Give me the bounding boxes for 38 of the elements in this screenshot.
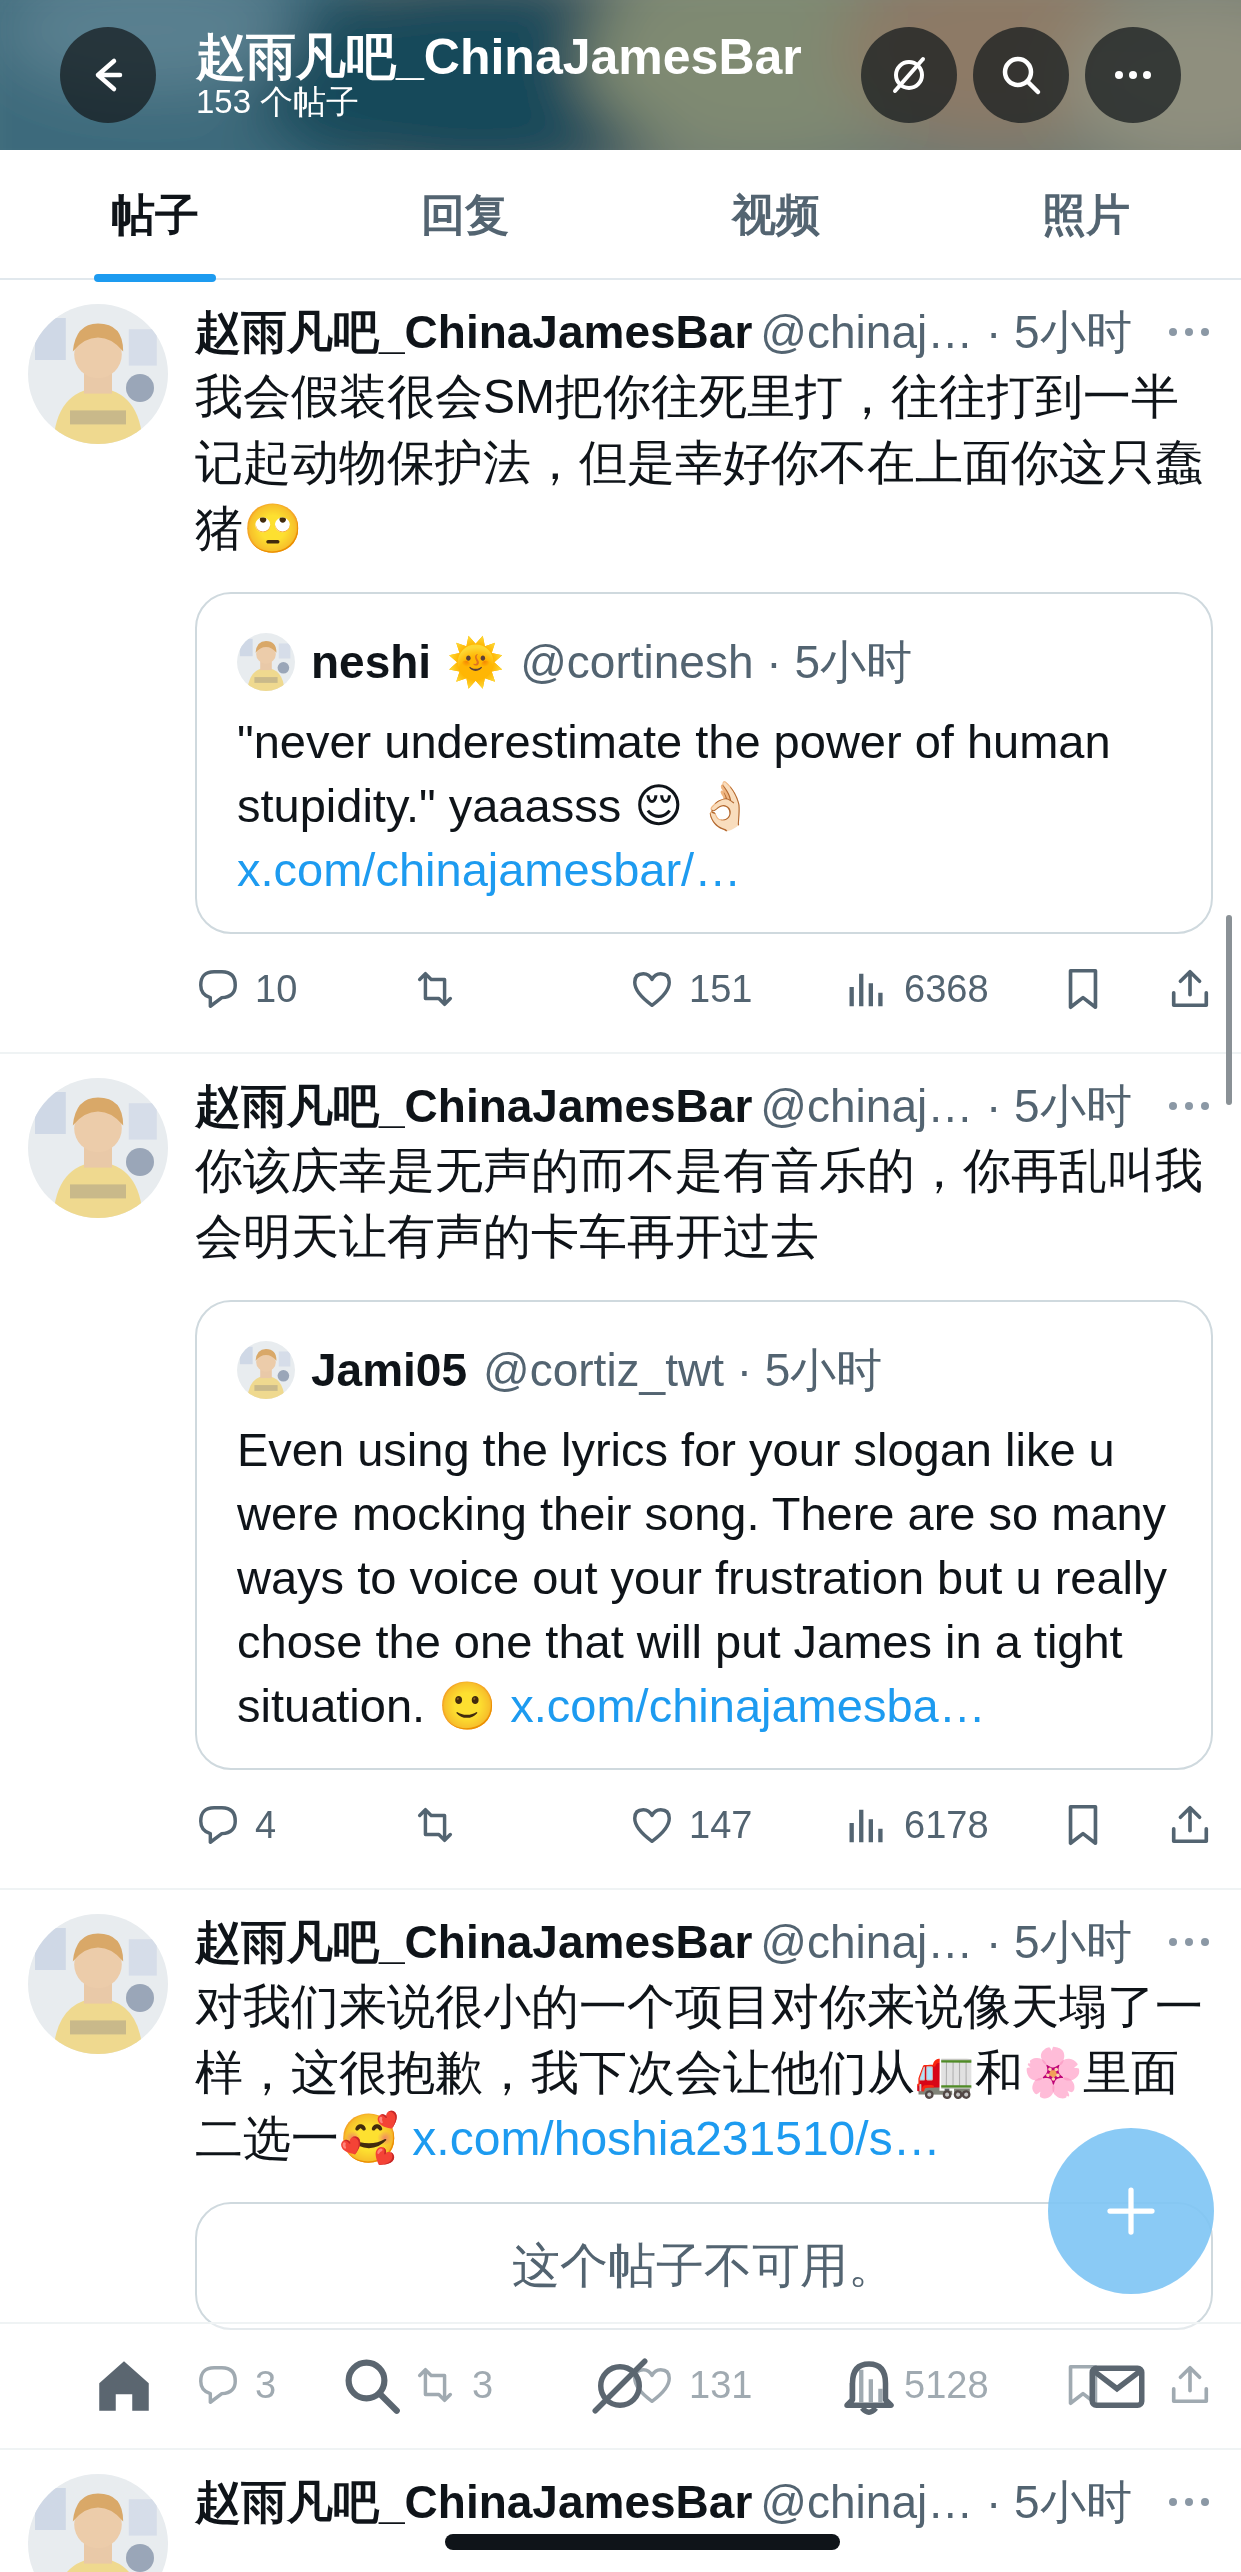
tab[interactable]: 帖子 — [0, 150, 311, 280]
reply-count: 3 — [255, 2362, 277, 2408]
handle-time: @chinaj… · 5小时 — [760, 1079, 1133, 1134]
quoted-post-card[interactable] — [195, 1300, 1213, 1770]
author-name: 赵雨凡吧_ChinaJamesBar — [195, 1079, 753, 1134]
quoted-author-name: neshi — [311, 635, 432, 690]
post-text: 我会假装很会SM把你往死里打，往往打到一半记起动物保护法，但是幸好你不在上面你这只蠢猪🙄 — [195, 369, 1204, 557]
profile-title: 赵雨凡吧_ChinaJamesBar — [196, 30, 803, 84]
like-count: 151 — [689, 966, 753, 1012]
quoted-handle-time: @cortinesh · 5小时 — [520, 635, 912, 690]
quoted-text: "never underestimate the power of human stupidity." yaaasss 😌 👌🏻 x.com/chinajamesbar/… — [237, 714, 1112, 898]
more-icon — [1114, 70, 1152, 80]
quoted-post-card[interactable]: neshi 🌞 @cortinesh · 5小时 "never underestimate the power of human stupidity." yaaasss 😌 👌🏻 x.com/chinajamesbar/… — [195, 592, 1213, 934]
views-count: 6178 — [904, 1802, 989, 1848]
quoted-text: Even using the lyrics for your slogan like u were mocking their song. There are so many ways to voice out your frustration but u really chose the one that will put James in a tight situation. 🙂 x.com/chinajamesba… — [237, 1422, 1168, 1734]
views-count: 6368 — [904, 966, 989, 1012]
author-name: 赵雨凡吧_ChinaJamesBar — [195, 2475, 753, 2530]
post-text: 对我们来说很小的一个项目对你来说像天塌了一样，这很抱歉，我下次会让他们从🚛和🌸里面二选一🥰 x.com/hoshia231510/s… — [195, 1979, 1204, 2167]
quoted-author-name: Jami05 — [311, 1343, 467, 1398]
post-count: 153 个帖子 — [196, 84, 361, 120]
tab[interactable]: 视频 — [620, 150, 931, 280]
post-text: 你该庆幸是无声的而不是有音乐的，你再乱叫我会明天让有声的卡车再开过去 — [195, 1143, 1204, 1265]
tab[interactable]: 照片 — [930, 150, 1241, 280]
reply-count: 10 — [255, 966, 298, 1012]
author-name: 赵雨凡吧_ChinaJamesBar — [195, 1915, 753, 1970]
like-count: 131 — [689, 2362, 753, 2408]
handle-time: @chinaj… · 5小时 — [760, 1915, 1133, 1970]
reply-count: 4 — [255, 1802, 277, 1848]
unavailable-notice: 这个帖子不可用。 — [512, 2238, 896, 2294]
handle-time: @chinaj… · 5小时 — [760, 2475, 1133, 2530]
tab[interactable]: 回复 — [310, 150, 621, 280]
repost-count: 3 — [472, 2362, 494, 2408]
handle-time: @chinaj… · 5小时 — [760, 305, 1133, 360]
like-count: 147 — [689, 1802, 753, 1848]
quoted-handle-time: @cortiz_twt · 5小时 — [483, 1343, 883, 1398]
sun-emoji: 🌞 — [447, 635, 505, 691]
views-count: 5128 — [904, 2362, 989, 2408]
author-name: 赵雨凡吧_ChinaJamesBar — [195, 305, 753, 360]
